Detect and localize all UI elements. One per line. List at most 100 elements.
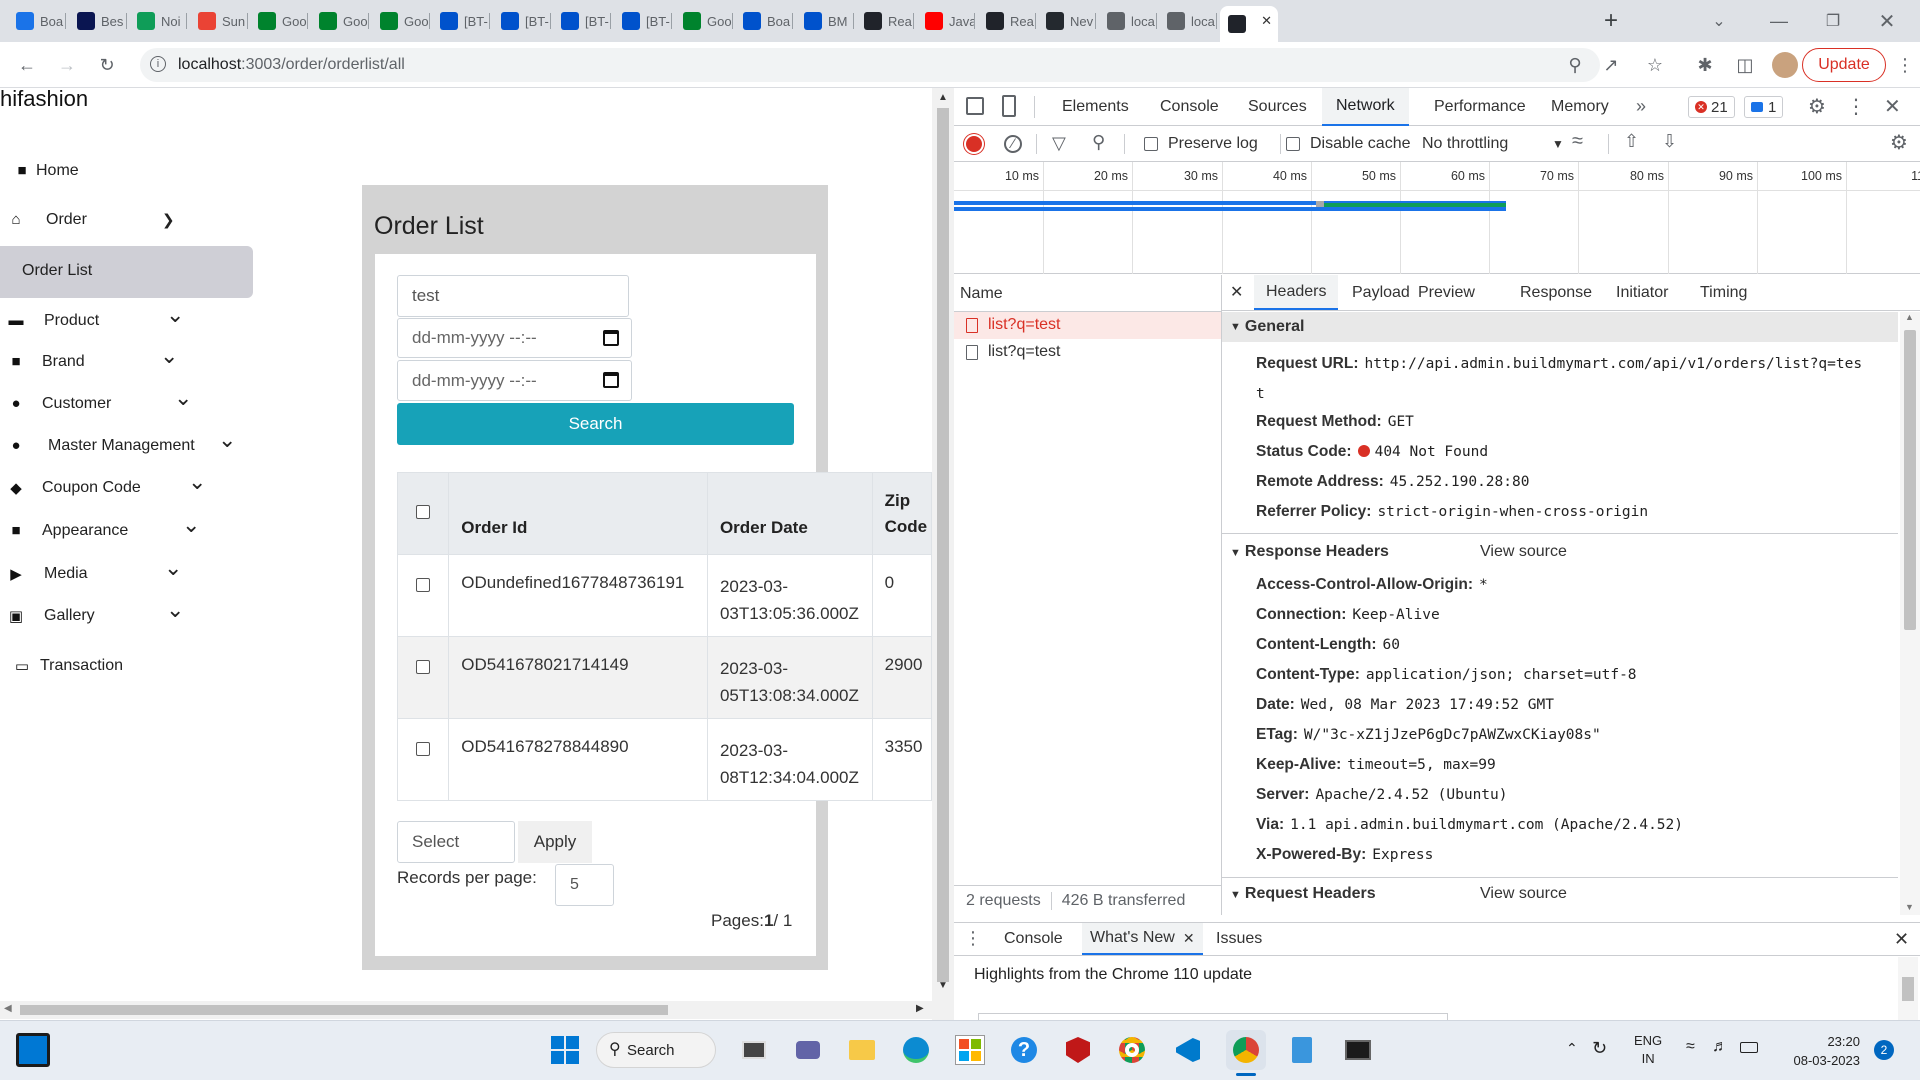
chevron-down-icon[interactable]: ⌄ (182, 512, 200, 538)
close-window-button[interactable]: ✕ (1872, 6, 1902, 36)
drawer-scrollbar[interactable] (1898, 957, 1918, 1021)
sidebar-item-appearance[interactable]: ■ Appearance ⌄ (0, 512, 250, 548)
name-column-header[interactable]: Name (960, 285, 1003, 303)
apply-button[interactable]: Apply (518, 821, 592, 863)
sidebar-item-order-list[interactable]: Order List (0, 256, 250, 288)
request-view-source-link[interactable]: View source (1480, 885, 1567, 903)
network-timeline[interactable]: 10 ms 20 ms 30 ms 40 ms 50 ms 60 ms 70 ms 80 ms… (954, 162, 1920, 274)
browser-tab[interactable]: [BT- (614, 6, 672, 36)
request-row[interactable]: list?q=test (954, 312, 1221, 339)
widgets-icon[interactable] (16, 1033, 50, 1067)
search-button[interactable]: Search (397, 403, 794, 445)
chrome-profile-icon[interactable] (1112, 1030, 1152, 1070)
field-value[interactable]: application/json; charset=utf-8 (1366, 667, 1637, 683)
browser-tab[interactable]: Goo (675, 6, 733, 36)
field-value[interactable]: 1.1 api.admin.buildmymart.com (Apache/2.… (1290, 817, 1683, 833)
page-horizontal-scrollbar[interactable]: ◀ ▶ (0, 1001, 932, 1019)
vscode-icon[interactable] (1168, 1030, 1208, 1070)
response-view-source-link[interactable]: View source (1480, 543, 1567, 561)
extensions-icon[interactable]: ✱ (1690, 50, 1720, 80)
error-count-badge[interactable]: ✕ 21 (1688, 96, 1735, 118)
detail-tab-timing[interactable]: Timing (1700, 275, 1747, 310)
forward-icon[interactable]: → (52, 50, 82, 80)
reload-icon[interactable]: ↻ (92, 50, 122, 80)
field-value[interactable]: t (1256, 386, 1265, 402)
sidebar-item-order[interactable]: ⌂ Order ❯ (0, 205, 250, 237)
chevron-down-icon[interactable]: ⌄ (166, 597, 184, 623)
browser-tab[interactable]: ✕ (1220, 6, 1278, 42)
clock[interactable]: 23:20 08-03-2023 (1782, 1032, 1861, 1070)
browser-tab[interactable]: Goo (311, 6, 369, 36)
file-explorer-icon[interactable] (842, 1030, 882, 1070)
edge-icon[interactable] (896, 1030, 936, 1070)
devtools-settings-icon[interactable]: ⚙ (1808, 94, 1826, 119)
column-header-order-id[interactable]: Order Id (448, 472, 708, 555)
browser-tab[interactable]: loca (1099, 6, 1157, 36)
preserve-log-checkbox[interactable] (1144, 137, 1158, 151)
page-vertical-scrollbar[interactable]: ▲ ▼ (932, 88, 954, 1020)
record-icon[interactable] (966, 136, 982, 152)
chevron-down-icon[interactable]: ⌄ (164, 555, 182, 581)
scroll-down-arrow[interactable]: ▼ (938, 980, 948, 991)
close-devtools-icon[interactable]: ✕ (1884, 94, 1901, 119)
devtools-tab-performance[interactable]: Performance (1434, 88, 1526, 126)
scroll-left-arrow[interactable]: ◀ (4, 1003, 12, 1014)
request-row[interactable]: list?q=test (954, 339, 1221, 366)
field-value[interactable]: GET (1388, 414, 1414, 430)
chrome-menu-icon[interactable]: ⋮ (1890, 50, 1920, 80)
drawer-scroll-thumb[interactable] (1902, 977, 1914, 1001)
calendar-icon[interactable] (603, 330, 619, 346)
drawer-menu-icon[interactable]: ⋮ (964, 928, 982, 949)
sidebar-item-media[interactable]: ▶ Media ⌄ (0, 555, 250, 591)
clear-icon[interactable]: ⁄ (1004, 135, 1022, 153)
devtools-tab-memory[interactable]: Memory (1551, 88, 1609, 126)
drawer-tab-issues[interactable]: Issues (1216, 923, 1262, 955)
back-icon[interactable]: ← (12, 50, 42, 80)
drawer-tab-console[interactable]: Console (1004, 923, 1063, 955)
taskbar-search[interactable]: ⚲ Search (596, 1032, 716, 1068)
detail-tab-initiator[interactable]: Initiator (1616, 275, 1668, 310)
new-tab-button[interactable]: + (1596, 6, 1626, 36)
notepad-icon[interactable] (1282, 1030, 1322, 1070)
field-value[interactable]: strict-origin-when-cross-origin (1377, 504, 1648, 520)
browser-tab[interactable]: Boa (735, 6, 793, 36)
detail-tab-headers[interactable]: Headers (1254, 275, 1339, 310)
select-all-checkbox[interactable] (416, 504, 431, 519)
detail-tab-payload[interactable]: Payload (1352, 275, 1410, 310)
zoom-icon[interactable]: ⚲ (1560, 50, 1590, 80)
battery-icon[interactable] (1740, 1042, 1758, 1053)
site-info-icon[interactable]: i (150, 56, 166, 72)
chevron-down-icon[interactable]: ⌄ (188, 469, 206, 495)
field-value[interactable]: W/"3c-xZ1jJzeP6gDc7pAWZwxCKiay08s" (1304, 727, 1601, 743)
browser-tab[interactable]: loca (1159, 6, 1217, 36)
browser-tab[interactable]: Goo (250, 6, 308, 36)
language-indicator[interactable]: ENG IN (1634, 1032, 1662, 1068)
import-har-icon[interactable]: ⇧ (1624, 131, 1639, 152)
bulk-action-select[interactable]: Select (397, 821, 515, 863)
browser-tab[interactable]: Nev (1038, 6, 1096, 36)
close-detail-icon[interactable]: ✕ (1230, 282, 1243, 302)
table-row[interactable]: ODundefined1677848736191 2023-03- 03T13:05… (397, 554, 932, 637)
browser-tab[interactable]: [BT- (432, 6, 490, 36)
help-icon[interactable]: ? (1004, 1030, 1044, 1070)
general-section-header[interactable]: ▼ General (1222, 312, 1898, 342)
field-value[interactable]: Express (1372, 847, 1433, 863)
search-network-icon[interactable]: ⚲ (1092, 132, 1105, 153)
request-headers-header[interactable]: ▼ Request Headers (1230, 885, 1376, 903)
chevron-down-icon[interactable]: ⌄ (174, 385, 192, 411)
browser-tab[interactable]: Bes (69, 6, 127, 36)
update-button[interactable]: Update (1802, 48, 1886, 82)
field-value[interactable]: http://api.admin.buildmymart.com/api/v1/… (1364, 356, 1862, 372)
notification-badge[interactable]: 2 (1874, 1040, 1894, 1060)
vertical-scroll-thumb[interactable] (937, 108, 949, 982)
sidebar-item-product[interactable]: ▬ Product ⌄ (0, 302, 250, 338)
start-icon[interactable] (545, 1030, 585, 1070)
row-checkbox[interactable] (416, 742, 431, 756)
field-value[interactable]: Apache/2.4.52 (Ubuntu) (1315, 787, 1507, 803)
browser-tab[interactable]: Rea (856, 6, 914, 36)
browser-tab[interactable]: Java (917, 6, 975, 36)
browser-tab[interactable]: Rea (978, 6, 1036, 36)
field-value[interactable]: Keep-Alive (1352, 607, 1439, 623)
sidebar-item-coupon-code[interactable]: ◆ Coupon Code ⌄ (0, 469, 250, 505)
task-view-icon[interactable] (734, 1030, 774, 1070)
